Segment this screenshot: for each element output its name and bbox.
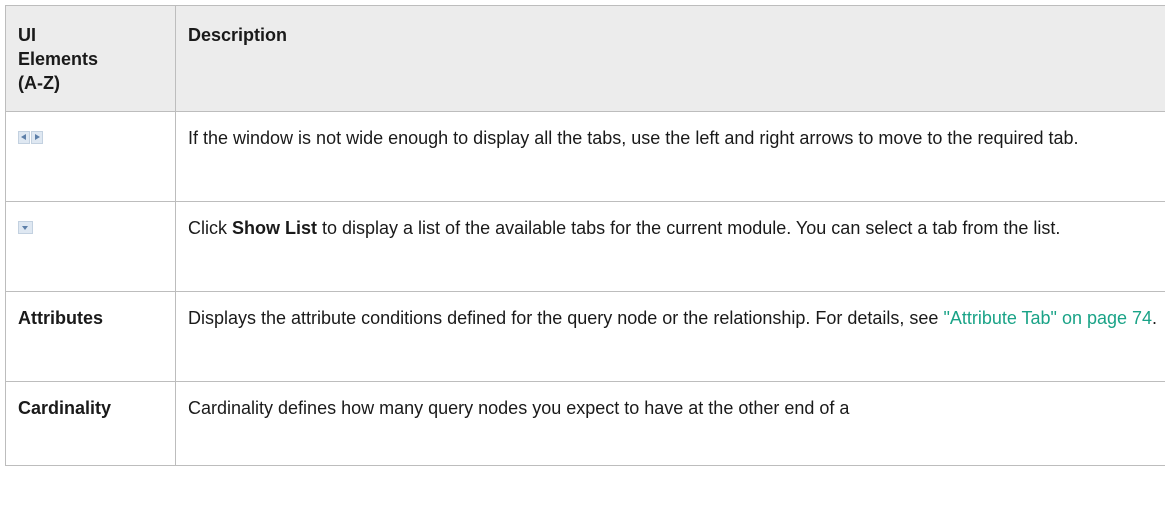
element-cell	[5, 111, 176, 202]
header-col1-line3: (A-Z)	[18, 73, 60, 93]
table-row: Attributes Displays the attribute condit…	[5, 291, 1165, 382]
description-cell: Cardinality defines how many query nodes…	[175, 381, 1165, 466]
header-ui-elements: UI Elements (A-Z)	[5, 5, 176, 112]
ui-elements-table: UI Elements (A-Z) Description If the win…	[5, 5, 1165, 466]
description-text: .	[1152, 308, 1158, 328]
table-row: Cardinality Cardinality defines how many…	[5, 381, 1165, 466]
description-cell: Displays the attribute conditions define…	[175, 291, 1165, 382]
element-cell	[5, 201, 176, 292]
attribute-tab-link[interactable]: "Attribute Tab" on page 74	[943, 308, 1152, 328]
left-right-arrows-icon	[18, 131, 43, 144]
description-cell: Click Show List to display a list of the…	[175, 201, 1165, 292]
right-arrow-icon	[31, 131, 43, 144]
header-col1-line2: Elements	[18, 49, 99, 69]
header-description: Description	[175, 5, 1165, 112]
description-text: to display a list of the available tabs …	[317, 218, 1061, 238]
element-cardinality: Cardinality	[5, 381, 176, 466]
element-attributes: Attributes	[5, 291, 176, 382]
description-cell: If the window is not wide enough to disp…	[175, 111, 1165, 202]
description-text: Click	[188, 218, 232, 238]
show-list-dropdown-icon	[18, 221, 33, 234]
table-row: Click Show List to display a list of the…	[5, 201, 1165, 292]
left-arrow-icon	[18, 131, 30, 144]
show-list-term: Show List	[232, 218, 317, 238]
table-header-row: UI Elements (A-Z) Description	[5, 5, 1165, 112]
table-row: If the window is not wide enough to disp…	[5, 111, 1165, 202]
description-text: Displays the attribute conditions define…	[188, 308, 944, 328]
header-col1-line1: UI	[18, 25, 36, 45]
